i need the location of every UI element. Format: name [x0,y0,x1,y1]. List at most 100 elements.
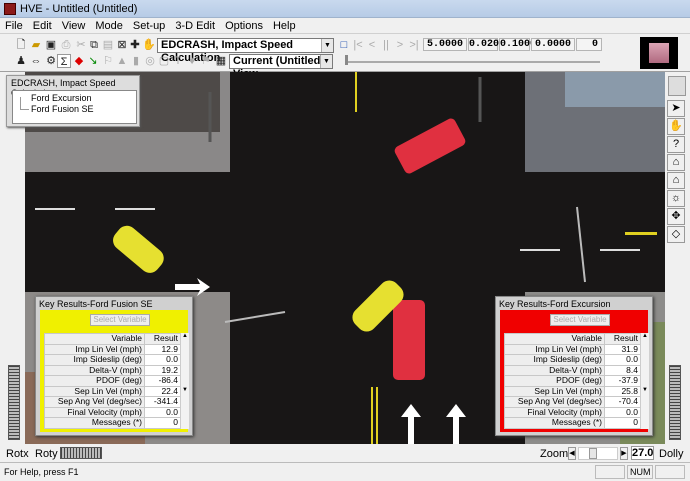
result-cell: -37.9 [604,375,641,387]
frame-readout: 0 [576,38,602,51]
tree-item-ford-excursion[interactable]: Ford Excursion [31,93,92,103]
environment-icon[interactable]: ⚙ [44,54,58,68]
ford-fusion-vehicle-1 [113,225,164,273]
cone-icon[interactable]: ▲ [115,54,129,68]
paste-icon[interactable]: ▤ [101,38,115,52]
help-icon[interactable]: ? [667,136,685,153]
print-icon[interactable]: ⎙ [59,38,73,52]
view-select[interactable]: Current (Untitled) View▼ [229,54,333,80]
zoom-value-field[interactable]: 27.0 [631,446,654,460]
path-icon[interactable]: ↘ [86,54,100,68]
status-bar: For Help, press F1 NUM [0,462,690,481]
menu-view[interactable]: View [57,18,91,32]
pin-icon[interactable]: ♦ [185,54,199,68]
table-row[interactable]: Sep Lin Vel (mph) 25.8 [504,385,641,397]
view-controls: Rotx Roty Zoom ◀ ▶ 27.0 Dolly [0,444,690,462]
scrollbar[interactable]: ▲ ▼ [180,333,189,429]
new-icon[interactable]: 🗋 [14,38,28,52]
perspective-icon[interactable]: ◇ [667,226,685,243]
timeline-slider-thumb[interactable] [345,55,348,65]
table-row[interactable]: Final Velocity (mph) 0.0 [44,406,181,418]
roty-slider[interactable] [60,447,102,459]
scrollbar[interactable]: ▲ ▼ [640,333,649,429]
menu-options[interactable]: Options [220,18,268,32]
home-icon[interactable]: ⌂ [667,154,685,171]
table-row[interactable]: PDOF (deg) -86.4 [44,375,181,387]
add-icon[interactable]: ✚ [128,38,142,52]
result-cell: 25.8 [604,385,641,397]
table-row[interactable]: Final Velocity (mph) 0.0 [504,406,641,418]
select-variable-button[interactable]: Select Variable [550,314,610,326]
tire-icon[interactable]: ◎ [143,54,157,68]
result-cell: 31.9 [604,343,641,355]
table-row[interactable]: Imp Lin Vel (mph) 31.9 [504,343,641,355]
table-row[interactable]: Messages (*) 0 [44,417,181,429]
pause-button[interactable]: || [379,38,393,52]
table-row[interactable]: PDOF (deg) -37.9 [504,375,641,387]
hand-tool-button[interactable] [668,76,686,96]
num-lock-indicator: NUM [627,465,653,479]
barrel-icon[interactable]: ▮ [129,54,143,68]
open-icon[interactable]: ▰ [29,38,43,52]
copy-icon[interactable]: ⧉ [87,38,101,52]
flag-icon[interactable]: ⚐ [101,54,115,68]
marker-icon[interactable]: ⚑ [199,54,213,68]
table-row[interactable]: Sep Ang Vel (deg/sec) -341.4 [44,396,181,408]
arrow-icon[interactable]: ➤ [667,100,685,117]
status-pane [595,465,625,479]
prev-frame-button[interactable]: < [365,38,379,52]
box-icon[interactable]: ▢ [157,54,171,68]
last-frame-button[interactable]: >| [407,38,421,52]
chevron-down-icon[interactable]: ▼ [320,55,332,68]
result-cell: -341.4 [144,396,181,408]
text-icon[interactable]: T [171,54,185,68]
sigma-icon[interactable]: Σ [57,54,71,68]
zoom-right-button[interactable]: ▶ [620,447,628,460]
table-row[interactable]: Messages (*) 0 [504,417,641,429]
hand-icon[interactable]: ✋ [667,118,685,135]
menu-help[interactable]: Help [268,18,301,32]
table-row[interactable]: Imp Sideslip (deg) 0.0 [504,354,641,366]
vehicle-icon[interactable]: ⇔ [29,54,43,68]
menu-3d-edit[interactable]: 3-D Edit [170,18,220,32]
home-zoom-icon[interactable]: ⌂ [667,172,685,189]
chevron-down-icon[interactable]: ▼ [321,39,333,52]
save-icon[interactable]: ▣ [44,38,58,52]
street-light [576,206,586,283]
zoom-slider[interactable] [578,447,618,460]
timeline-slider[interactable] [345,61,600,63]
rotx-slider[interactable] [8,365,20,440]
table-row[interactable]: Imp Lin Vel (mph) 12.9 [44,343,181,355]
table-row[interactable]: Sep Ang Vel (deg/sec) -70.4 [504,396,641,408]
table-row[interactable]: Delta-V (mph) 19.2 [44,364,181,376]
zoom-left-button[interactable]: ◀ [568,447,576,460]
table-row[interactable]: Sep Lin Vel (mph) 22.4 [44,385,181,397]
lights-icon[interactable]: ☼ [667,190,685,207]
move-icon[interactable]: ✥ [667,208,685,225]
cut-icon[interactable]: ✂ [74,38,88,52]
menu-setup[interactable]: Set-up [128,18,170,32]
camera-icon[interactable]: ▦ [214,54,228,68]
view-cube[interactable] [640,37,678,69]
event-select[interactable]: EDCRASH, Impact Speed Calculation ▼ [157,38,334,64]
menu-edit[interactable]: Edit [28,18,57,32]
menu-mode[interactable]: Mode [90,18,128,32]
menu-file[interactable]: File [0,18,28,32]
event-tree-panel: EDCRASH, Impact Speed Calculation Ford E… [6,75,140,127]
table-row[interactable]: Imp Sideslip (deg) 0.0 [44,354,181,366]
key-results-fusion-panel: Key Results-Ford Fusion SE Select Variabl… [35,296,193,436]
next-frame-button[interactable]: > [393,38,407,52]
stop-button[interactable]: □ [337,38,351,52]
delete-icon[interactable]: ⊠ [115,38,129,52]
table-row[interactable]: Delta-V (mph) 8.4 [504,364,641,376]
first-frame-button[interactable]: |< [351,38,365,52]
hand-icon[interactable]: ✋ [142,38,156,52]
dolly-slider[interactable] [669,365,681,440]
humans-icon[interactable]: ♟ [14,54,28,68]
collision-icon[interactable]: ◆ [72,54,86,68]
select-variable-button[interactable]: Select Variable [90,314,150,326]
result-cell: 12.9 [144,343,181,355]
tree-item-ford-fusion-se[interactable]: Ford Fusion SE [31,104,94,114]
panel-title: Key Results-Ford Excursion [499,299,611,309]
variable-cell: Imp Sideslip (deg) [504,354,605,366]
